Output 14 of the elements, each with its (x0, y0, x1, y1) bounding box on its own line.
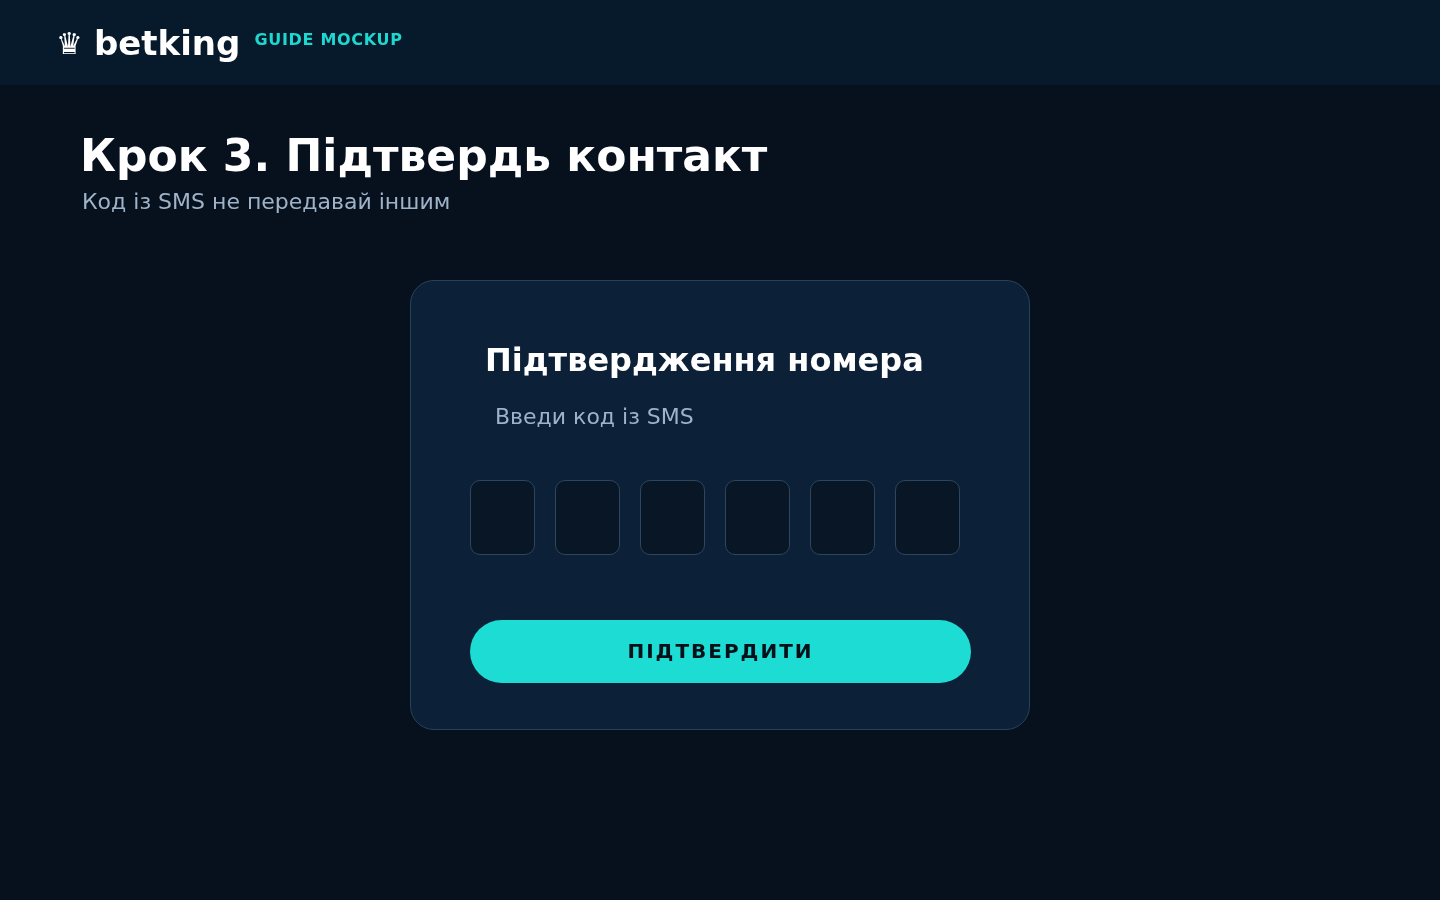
code-digit-field[interactable] (895, 479, 960, 555)
code-digit-field[interactable] (470, 479, 535, 555)
page-title: Крок 3. Підтвердь контакт (80, 130, 768, 183)
confirm-button[interactable]: ПІДТВЕРДИТИ (470, 619, 971, 683)
code-digit-field[interactable] (810, 479, 875, 555)
mockup-label: GUIDE MOCKUP (254, 31, 403, 48)
page-subtitle: Код із SMS не передавай іншим (82, 188, 451, 216)
card-instruction: Введи код із SMS (495, 403, 694, 430)
code-digit-field[interactable] (640, 479, 705, 555)
code-digit-field[interactable] (555, 479, 620, 555)
code-digit-field[interactable] (725, 479, 790, 555)
crown-icon: ♛ (56, 28, 83, 59)
card-title: Підтвердження номера (485, 341, 924, 380)
logo-text: betking (93, 25, 241, 60)
